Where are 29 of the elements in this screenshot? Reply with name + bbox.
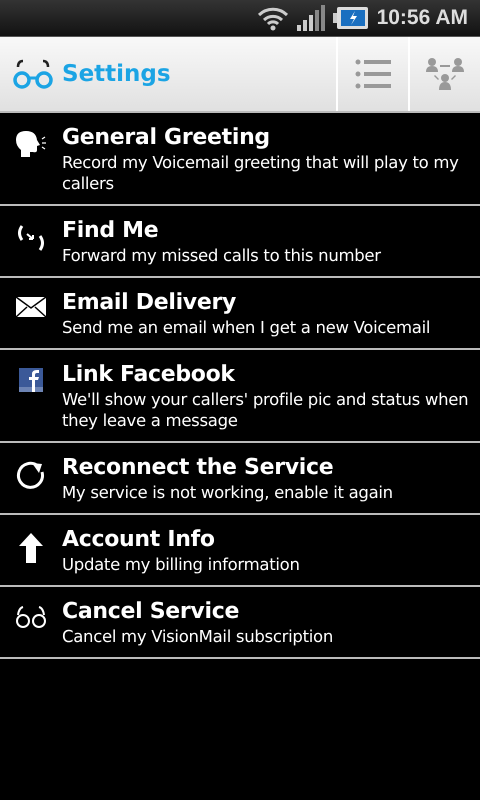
glasses-icon — [12, 59, 54, 89]
signal-icon — [296, 5, 325, 31]
battery-icon — [332, 6, 369, 30]
item-description: Record my Voicemail greeting that will play to my callers — [62, 152, 460, 194]
item-description: Cancel my VisionMail subscription — [62, 626, 334, 647]
item-title: General Greeting — [62, 125, 271, 150]
item-description: Forward my missed calls to this number — [62, 245, 382, 266]
envelope-icon — [15, 296, 47, 318]
screen-title: Settings — [62, 61, 171, 87]
glasses-icon — [15, 605, 47, 629]
refresh-icon — [16, 461, 46, 491]
item-description: Send me an email when I get a new Voicemail — [62, 317, 432, 338]
clock: 10:56 AM — [376, 6, 468, 30]
item-title: Link Facebook — [62, 362, 236, 387]
item-description: Update my billing information — [62, 554, 301, 575]
up-arrow-icon — [19, 533, 43, 563]
wifi-icon — [256, 5, 289, 31]
phone-forward-icon — [16, 224, 46, 252]
item-title: Find Me — [62, 218, 160, 243]
item-title: Cancel Service — [62, 599, 240, 624]
people-network-icon — [426, 58, 464, 90]
speaking-head-icon — [16, 131, 46, 159]
item-title: Email Delivery — [62, 290, 238, 315]
facebook-icon — [19, 368, 43, 392]
item-description: My service is not working, enable it again — [62, 482, 394, 503]
item-description: We'll show your callers' profile pic and status when they leave a message — [62, 389, 470, 431]
list-icon — [355, 59, 391, 89]
item-title: Account Info — [62, 527, 216, 552]
item-title: Reconnect the Service — [62, 455, 334, 480]
